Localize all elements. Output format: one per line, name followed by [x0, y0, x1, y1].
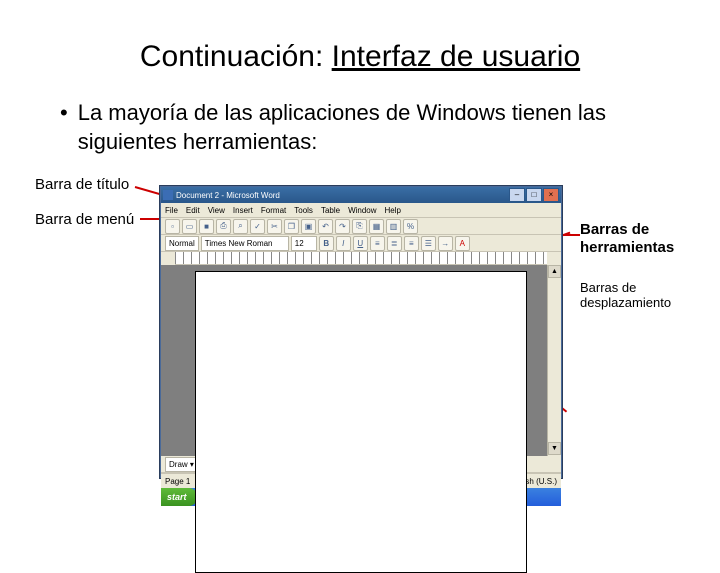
close-button[interactable]: × [543, 188, 559, 202]
print-icon[interactable]: ⎙ [216, 219, 231, 234]
style-select[interactable]: Normal [165, 236, 199, 251]
status-left: Page 1 [165, 477, 190, 486]
undo-icon[interactable]: ↶ [318, 219, 333, 234]
italic-icon[interactable]: I [336, 236, 351, 251]
word-window: Document 2 - Microsoft Word – □ × File E… [160, 186, 562, 478]
label-menubar: Barra de menú [35, 211, 134, 228]
indent-icon[interactable]: → [438, 236, 453, 251]
document-area[interactable]: ▲ ▼ [161, 265, 561, 456]
new-icon[interactable]: ▫ [165, 219, 180, 234]
window-title: Document 2 - Microsoft Word [176, 191, 280, 200]
label-titlebar: Barra de título [35, 176, 129, 193]
bullet-text: La mayoría de las aplicaciones de Window… [78, 99, 670, 156]
title-underlined: Interfaz de usuario [332, 40, 580, 73]
link-icon[interactable]: ⎘ [352, 219, 367, 234]
paste-icon[interactable]: ▣ [301, 219, 316, 234]
menu-item[interactable]: Format [261, 206, 286, 215]
minimize-button[interactable]: – [509, 188, 525, 202]
size-select[interactable]: 12 [291, 236, 317, 251]
window-titlebar[interactable]: Document 2 - Microsoft Word – □ × [161, 187, 561, 203]
align-left-icon[interactable]: ≡ [370, 236, 385, 251]
page[interactable] [195, 271, 527, 573]
columns-icon[interactable]: ▥ [386, 219, 401, 234]
menu-item[interactable]: View [208, 206, 225, 215]
maximize-button[interactable]: □ [526, 188, 542, 202]
word-icon [163, 190, 173, 200]
preview-icon[interactable]: ⌕ [233, 219, 248, 234]
title-prefix: Continuación: [140, 40, 332, 73]
bullet-dot: • [60, 99, 68, 128]
menu-item[interactable]: Window [348, 206, 376, 215]
menu-item[interactable]: Edit [186, 206, 200, 215]
bullet-item: • La mayoría de las aplicaciones de Wind… [50, 99, 670, 156]
menubar[interactable]: File Edit View Insert Format Tools Table… [161, 203, 561, 218]
standard-toolbar[interactable]: ▫ ▭ ■ ⎙ ⌕ ✓ ✂ ❐ ▣ ↶ ↷ ⎘ ▦ ▥ % [161, 218, 561, 235]
open-icon[interactable]: ▭ [182, 219, 197, 234]
underline-icon[interactable]: U [353, 236, 368, 251]
formatting-toolbar[interactable]: Normal Times New Roman 12 B I U ≡ ≣ ≡ ☰ … [161, 235, 561, 252]
menu-item[interactable]: Help [385, 206, 401, 215]
spell-icon[interactable]: ✓ [250, 219, 265, 234]
copy-icon[interactable]: ❐ [284, 219, 299, 234]
label-scrollbars: Barras de desplazamiento [580, 281, 720, 311]
zoom-icon[interactable]: % [403, 219, 418, 234]
menu-item[interactable]: Insert [233, 206, 253, 215]
align-right-icon[interactable]: ≡ [404, 236, 419, 251]
font-color-icon[interactable]: A [455, 236, 470, 251]
ruler[interactable] [175, 252, 547, 265]
start-button[interactable]: start [161, 488, 197, 506]
vertical-scrollbar[interactable]: ▲ ▼ [547, 265, 561, 456]
save-icon[interactable]: ■ [199, 219, 214, 234]
label-toolbars: Barras de herramientas [580, 221, 720, 256]
cut-icon[interactable]: ✂ [267, 219, 282, 234]
menu-item[interactable]: Table [321, 206, 340, 215]
scroll-up-icon[interactable]: ▲ [548, 265, 561, 278]
menu-item[interactable]: Tools [294, 206, 313, 215]
menu-item[interactable]: File [165, 206, 178, 215]
font-select[interactable]: Times New Roman [201, 236, 289, 251]
bold-icon[interactable]: B [319, 236, 334, 251]
draw-label[interactable]: Draw ▾ [165, 457, 198, 472]
redo-icon[interactable]: ↷ [335, 219, 350, 234]
slide-title: Continuación: Interfaz de usuario [50, 40, 670, 74]
table-icon[interactable]: ▦ [369, 219, 384, 234]
align-center-icon[interactable]: ≣ [387, 236, 402, 251]
bullets-icon[interactable]: ☰ [421, 236, 436, 251]
scroll-down-icon[interactable]: ▼ [548, 442, 561, 455]
